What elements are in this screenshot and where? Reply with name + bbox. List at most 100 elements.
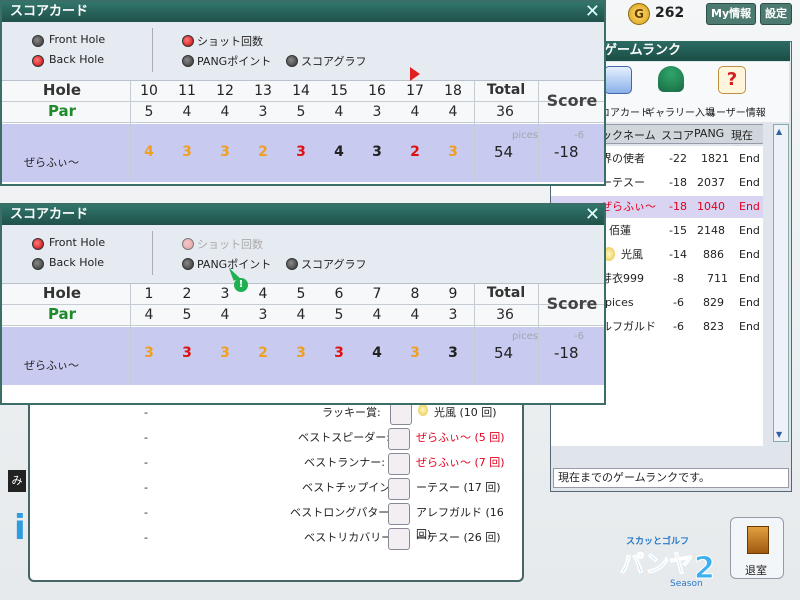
score-under-par: -18 — [554, 344, 579, 362]
award-title: ベストリカバリー: — [304, 531, 396, 544]
front-hole-radio[interactable] — [32, 238, 44, 250]
rank-footer: 現在までのゲームランクです。 — [553, 468, 789, 488]
score-graph-label: スコアグラフ — [301, 258, 367, 271]
my-info-button[interactable]: My情報 — [706, 3, 757, 25]
hole-score: 3 — [296, 345, 306, 361]
score-under-par: -18 — [554, 143, 579, 161]
pang-coin-icon: G — [628, 3, 650, 25]
hole-number: 15 — [330, 83, 348, 99]
hole-score: 3 — [448, 345, 458, 361]
hole-score: 3 — [372, 144, 382, 160]
score-grid: Hole 10 11 12 13 14 15 16 17 18 Total Pa… — [2, 81, 604, 184]
pang-points-radio[interactable] — [182, 258, 194, 270]
back-hole-radio[interactable] — [32, 258, 44, 270]
ghost-score: -6 — [574, 331, 584, 342]
options-divider — [152, 231, 153, 275]
scorecard-title: スコアカード — [2, 2, 604, 22]
award-title: ベストロングパター: — [290, 506, 393, 519]
score-total: 54 — [494, 143, 514, 161]
avatar-icon — [390, 403, 412, 425]
par-label: Par — [47, 305, 77, 323]
score-label: Score — [546, 294, 598, 313]
score-total: 54 — [494, 344, 514, 362]
gallery-icon[interactable] — [658, 66, 684, 92]
scorecard-icon[interactable] — [604, 66, 632, 94]
hole-number: 7 — [372, 286, 382, 302]
hole-score: 2 — [258, 345, 268, 361]
par-value: 5 — [334, 307, 344, 323]
rank-scrollbar[interactable]: ▲ ▼ — [773, 124, 789, 442]
hole-score: 4 — [144, 144, 154, 160]
par-value: 4 — [182, 104, 192, 120]
hole-score: 3 — [182, 345, 192, 361]
par-value: 4 — [372, 307, 382, 323]
scroll-up-arrow[interactable]: ▲ — [776, 127, 782, 136]
par-value: 4 — [410, 104, 420, 120]
score-graph-radio[interactable] — [286, 55, 298, 67]
pangya-season2-logo: スカッとゴルフ パンヤ Season 2 — [620, 535, 716, 589]
col-score: スコア — [661, 129, 694, 142]
par-label: Par — [47, 102, 77, 120]
hole-score: 3 — [220, 345, 230, 361]
avatar-icon — [388, 503, 410, 525]
pang-points-radio[interactable] — [182, 55, 194, 67]
hole-label: Hole — [42, 81, 82, 99]
hole-number: 17 — [406, 83, 424, 99]
award-player: アレフガルド (16 回) — [416, 506, 504, 541]
user-info-icon[interactable]: ? — [718, 66, 746, 94]
close-icon[interactable]: ✕ — [585, 205, 600, 225]
score-graph-radio[interactable] — [286, 258, 298, 270]
col-nickname: ックネーム — [601, 129, 656, 142]
exit-label: 退室 — [745, 564, 767, 577]
avatar-icon — [388, 428, 410, 450]
hole-label: Hole — [42, 284, 82, 302]
chat-fragment: み — [8, 470, 26, 492]
par-value: 5 — [182, 307, 192, 323]
logo-line1: スカッとゴルフ — [626, 535, 689, 547]
close-icon[interactable]: ✕ — [585, 2, 600, 22]
shot-count-radio[interactable] — [182, 238, 194, 250]
hole-number: 14 — [292, 83, 310, 99]
back-hole-label: Back Hole — [49, 256, 105, 269]
hole-number: 10 — [140, 83, 158, 99]
award-dash: - — [144, 531, 148, 544]
award-player: 光風 (10 回) — [418, 402, 497, 424]
points-counter: 262 — [655, 5, 685, 21]
shot-count-label: ショット回数 — [197, 238, 263, 251]
logo-number: 2 — [694, 551, 715, 586]
awards-panel: - ラッキー賞: 光風 (10 回) - ベストスピーダー: ぜらふぃ〜 (5 … — [28, 396, 524, 582]
par-value: 3 — [372, 104, 382, 120]
col-divider — [130, 81, 131, 182]
front-hole-radio[interactable] — [32, 35, 44, 47]
ghost-player: pices — [512, 130, 538, 141]
score-label: Score — [546, 91, 598, 110]
hole-score: 4 — [372, 345, 382, 361]
front-hole-label: Front Hole — [49, 236, 106, 249]
alert-badge-icon: ! — [234, 278, 248, 292]
logo-fragment: i — [14, 508, 26, 548]
back-hole-label: Back Hole — [49, 53, 105, 66]
score-graph-label: スコアグラフ — [301, 55, 367, 68]
hole-score: 3 — [410, 345, 420, 361]
door-icon — [747, 526, 769, 554]
shot-count-radio[interactable] — [182, 35, 194, 47]
par-value: 5 — [144, 104, 154, 120]
back-hole-radio[interactable] — [32, 55, 44, 67]
bulb-icon — [418, 404, 428, 416]
award-player: ーテスー (17 回) — [416, 481, 501, 494]
avatar-icon — [388, 453, 410, 475]
col-divider — [474, 81, 475, 182]
scroll-down-arrow[interactable]: ▼ — [776, 430, 782, 439]
settings-button[interactable]: 設定 — [760, 3, 792, 25]
par-value: 4 — [410, 307, 420, 323]
scorecard-window-front: スコアカード ✕ Front Hole Back Hole ショット回数 PAN… — [0, 203, 606, 405]
hole-row: Hole 10 11 12 13 14 15 16 17 18 Total — [2, 81, 604, 102]
scorecard-window-back: スコアカード ✕ Front Hole Back Hole ショット回数 PAN… — [0, 0, 606, 186]
hole-number: 5 — [296, 286, 306, 302]
award-player: ぜらふぃ〜 (7 回) — [416, 456, 505, 469]
shot-count-label: ショット回数 — [197, 35, 263, 48]
hole-score: 3 — [220, 144, 230, 160]
award-title: ラッキー賞: — [322, 406, 381, 419]
hole-score: 3 — [182, 144, 192, 160]
hole-score: 2 — [410, 144, 420, 160]
